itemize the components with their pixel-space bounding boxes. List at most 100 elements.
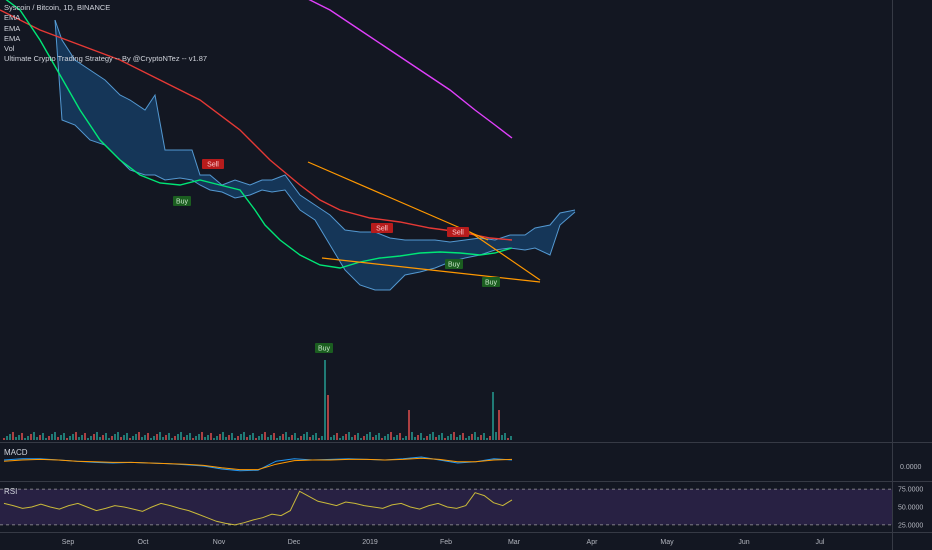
volume-bar <box>447 436 449 440</box>
volume-bar <box>507 438 509 440</box>
volume-bar <box>105 433 107 440</box>
volume-bar <box>480 435 482 440</box>
volume-bar <box>399 433 401 440</box>
buy-signal-label: Buy <box>448 262 461 269</box>
volume-bar <box>6 436 8 440</box>
volume-bar <box>204 437 206 440</box>
volume-bar <box>111 436 113 440</box>
volume-bar <box>489 436 491 440</box>
volume-bar <box>183 437 185 440</box>
volume-bar <box>336 433 338 440</box>
volume-bar <box>393 437 395 440</box>
volume-bar <box>54 432 56 440</box>
volume-bar <box>153 436 155 440</box>
volume-bar <box>441 433 443 440</box>
volume-bar <box>57 437 59 440</box>
volume-bar <box>495 432 497 440</box>
volume-bar <box>492 392 494 440</box>
volume-bar <box>363 436 365 440</box>
volume-bar <box>339 438 341 440</box>
volume-bar <box>258 436 260 440</box>
volume-bar <box>279 436 281 440</box>
volume-bar <box>207 435 209 440</box>
volume-bar <box>174 436 176 440</box>
volume-bar <box>426 436 428 440</box>
volume-bar <box>357 433 359 440</box>
volume-bar <box>225 437 227 440</box>
volume-bar <box>210 433 212 440</box>
volume-bar <box>423 438 425 440</box>
volume-bar <box>78 437 80 440</box>
price-chart[interactable]: 0.000022000.000021000.000020000.00001900… <box>0 0 932 550</box>
volume-bar <box>456 437 458 440</box>
volume-bar <box>444 438 446 440</box>
volume-bar <box>306 432 308 440</box>
volume-bar <box>33 432 35 440</box>
volume-bar <box>108 438 110 440</box>
volume-bar <box>321 436 323 440</box>
volume-bar <box>123 435 125 440</box>
volume-bar <box>246 437 248 440</box>
volume-bar <box>294 433 296 440</box>
volume-bar <box>387 434 389 440</box>
volume-bar <box>42 433 44 440</box>
volume-bar <box>459 435 461 440</box>
volume-bar <box>21 433 23 440</box>
volume-bar <box>114 434 116 440</box>
volume-bar <box>231 433 233 440</box>
volume-bar <box>396 435 398 440</box>
volume-bar <box>189 433 191 440</box>
volume-bar <box>3 438 5 440</box>
volume-bar <box>510 436 512 440</box>
rsi-y-tick-label: 75.0000 <box>898 487 923 494</box>
volume-bar <box>309 437 311 440</box>
volume-bar <box>384 436 386 440</box>
volume-bar <box>504 433 506 440</box>
volume-bar <box>465 438 467 440</box>
x-tick-label: May <box>660 539 674 546</box>
volume-bar <box>144 435 146 440</box>
volume-bar <box>270 435 272 440</box>
volume-bar <box>63 433 65 440</box>
volume-bar <box>282 434 284 440</box>
sell-signal-label: Sell <box>452 230 464 237</box>
volume-bar <box>93 434 95 440</box>
volume-bar <box>45 438 47 440</box>
volume-bar <box>435 437 437 440</box>
volume-bar <box>390 432 392 440</box>
rsi-y-tick-label: 50.0000 <box>898 505 923 512</box>
volume-bar <box>195 436 197 440</box>
chart-legend: Syscoin / Bitcoin, 1D, BINANCE EMA EMA E… <box>4 3 207 65</box>
volume-bar <box>96 432 98 440</box>
volume-bar <box>402 438 404 440</box>
volume-bar <box>216 436 218 440</box>
volume-bar <box>255 438 257 440</box>
x-tick-label: Jun <box>738 539 749 546</box>
volume-bar <box>471 434 473 440</box>
volume-bar <box>417 435 419 440</box>
volume-bar <box>138 432 140 440</box>
volume-bar <box>192 438 194 440</box>
volume-bar <box>381 438 383 440</box>
macd-pane-label: MACD <box>4 448 28 457</box>
volume-bar <box>69 436 71 440</box>
volume-bar <box>300 436 302 440</box>
volume-bar <box>120 437 122 440</box>
legend-strategy: Ultimate Crypto Trading Strategy -- By @… <box>4 54 208 64</box>
volume-bar <box>477 437 479 440</box>
volume-bar <box>345 434 347 440</box>
legend-ema-2: EMA <box>4 23 21 33</box>
legend-vol: Vol <box>4 44 15 54</box>
volume-bar <box>330 437 332 440</box>
volume-bar <box>411 432 413 440</box>
x-tick-label: Oct <box>138 539 149 546</box>
legend-ema-3: EMA <box>4 33 21 43</box>
volume-bar <box>501 435 503 440</box>
volume-bar <box>126 433 128 440</box>
volume-bar <box>156 434 158 440</box>
volume-bar <box>12 432 14 440</box>
sell-signal-label: Sell <box>376 226 388 233</box>
volume-bar <box>429 434 431 440</box>
volume-bar <box>333 435 335 440</box>
volume-bar <box>297 438 299 440</box>
